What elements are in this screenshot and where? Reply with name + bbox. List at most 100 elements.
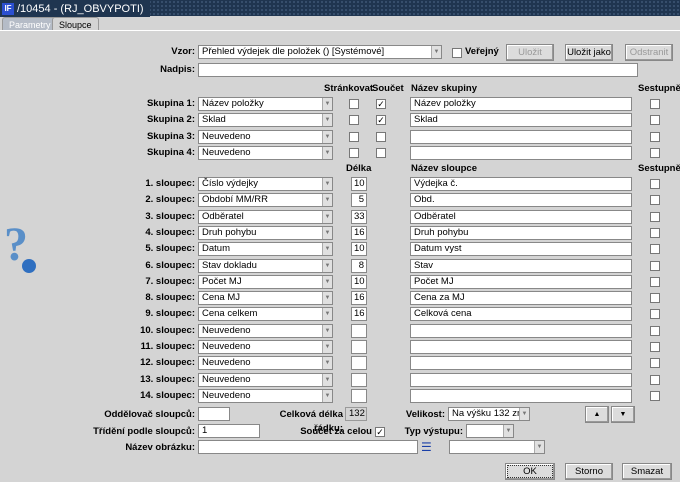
group-select[interactable]: Neuvedeno ▼ xyxy=(198,129,333,144)
column-name-input[interactable]: Odběratel xyxy=(410,209,632,224)
column-length-input[interactable] xyxy=(351,340,367,354)
sestupne-checkbox[interactable] xyxy=(650,115,660,126)
group-name-input[interactable] xyxy=(410,145,632,160)
column-name-input[interactable] xyxy=(410,388,632,403)
column-select[interactable]: Neuvedeno ▼ xyxy=(198,340,333,354)
group-name-input[interactable] xyxy=(410,129,632,144)
sestupne-checkbox[interactable] xyxy=(650,390,660,401)
vzor-select[interactable]: Přehled výdejek dle položek () [Systémov… xyxy=(198,45,442,59)
sestupne-checkbox[interactable] xyxy=(650,276,660,287)
column-select[interactable]: Odběratel ▼ xyxy=(198,209,333,224)
soucet-checkbox[interactable]: ✓ xyxy=(376,99,386,109)
column-length-input[interactable]: 33 xyxy=(351,209,367,224)
sestupne-checkbox[interactable] xyxy=(650,325,660,336)
column-name-input[interactable]: Druh pohybu xyxy=(410,225,632,240)
column-length-input[interactable]: 8 xyxy=(351,258,367,273)
nazev-obrazku-input[interactable] xyxy=(198,440,418,454)
column-name-input[interactable] xyxy=(410,323,632,338)
ok-button[interactable]: OK xyxy=(505,463,555,480)
move-up-button[interactable]: ▲ xyxy=(585,406,609,423)
group-name-input[interactable]: Název položky xyxy=(410,97,632,111)
column-select[interactable]: Cena celkem ▼ xyxy=(198,307,333,322)
soucet-checkbox[interactable] xyxy=(376,131,386,142)
column-name-input[interactable]: Počet MJ xyxy=(410,274,632,289)
column-select[interactable]: Neuvedeno ▼ xyxy=(198,372,333,387)
column-length-input[interactable] xyxy=(351,388,367,403)
sestupne-checkbox[interactable] xyxy=(650,342,660,352)
nadpis-label: Nadpis: xyxy=(160,64,195,75)
column-length-input[interactable]: 10 xyxy=(351,274,367,289)
trideni-input[interactable]: 1 xyxy=(198,424,260,438)
strankovat-checkbox[interactable] xyxy=(349,115,359,126)
column-name-input[interactable]: Výdejka č. xyxy=(410,177,632,191)
column-name-input[interactable]: Obd. xyxy=(410,193,632,208)
sestupne-checkbox[interactable] xyxy=(650,131,660,142)
column-length-input[interactable]: 16 xyxy=(351,225,367,240)
sestupne-checkbox[interactable] xyxy=(650,99,660,109)
group-name-input[interactable]: Sklad xyxy=(410,113,632,128)
column-length-input[interactable]: 16 xyxy=(351,291,367,306)
column-name-input[interactable]: Cena za MJ xyxy=(410,291,632,306)
sestupne-checkbox[interactable] xyxy=(650,260,660,271)
group-select[interactable]: Neuvedeno ▼ xyxy=(198,145,333,160)
sestupne-checkbox[interactable] xyxy=(650,195,660,206)
sestupne-checkbox[interactable] xyxy=(650,244,660,255)
column-name-input[interactable]: Celková cena xyxy=(410,307,632,322)
odstranit-button[interactable]: Odstranit xyxy=(625,44,673,61)
header-soucet: Součet xyxy=(372,83,404,94)
sestupne-checkbox[interactable] xyxy=(650,374,660,385)
sestupne-checkbox[interactable] xyxy=(650,147,660,158)
column-select[interactable]: Datum ▼ xyxy=(198,242,333,257)
oddelovac-input[interactable] xyxy=(198,407,230,421)
column-select[interactable]: Číslo výdejky ▼ xyxy=(198,177,333,191)
sestupne-checkbox[interactable] xyxy=(650,358,660,369)
soucet-celou-checkbox[interactable]: ✓ xyxy=(375,427,385,437)
velikost-select[interactable]: Na výšku 132 zn. ▼ xyxy=(448,407,530,421)
nadpis-input[interactable] xyxy=(198,63,638,77)
column-name-input[interactable] xyxy=(410,372,632,387)
column-select[interactable]: Období MM/RR ▼ xyxy=(198,193,333,208)
smazat-button[interactable]: Smazat xyxy=(622,463,672,480)
column-name-input[interactable] xyxy=(410,340,632,354)
move-down-button[interactable]: ▼ xyxy=(611,406,635,423)
sestupne-checkbox[interactable] xyxy=(650,227,660,238)
sestupne-checkbox[interactable] xyxy=(650,293,660,304)
tab-sloupce[interactable]: Sloupce xyxy=(52,17,99,31)
group-select[interactable]: Sklad ▼ xyxy=(198,113,333,128)
column-length-input[interactable]: 10 xyxy=(351,177,367,191)
storno-button[interactable]: Storno xyxy=(565,463,613,480)
sestupne-checkbox[interactable] xyxy=(650,211,660,222)
column-name-input[interactable] xyxy=(410,356,632,371)
column-select[interactable]: Neuvedeno ▼ xyxy=(198,356,333,371)
strankovat-checkbox[interactable] xyxy=(349,131,359,142)
column-length-input[interactable]: 5 xyxy=(351,193,367,208)
column-select[interactable]: Druh pohybu ▼ xyxy=(198,225,333,240)
group-select[interactable]: Název položky ▼ xyxy=(198,97,333,111)
sestupne-checkbox[interactable] xyxy=(650,309,660,320)
group-label: Skupina 2: xyxy=(146,114,195,126)
strankovat-checkbox[interactable] xyxy=(349,99,359,109)
ulozit-jako-button[interactable]: Uložit jako xyxy=(565,44,613,61)
sestupne-checkbox[interactable] xyxy=(650,179,660,189)
verejny-checkbox[interactable] xyxy=(452,48,462,58)
soucet-checkbox[interactable]: ✓ xyxy=(376,115,386,126)
column-select[interactable]: Stav dokladu ▼ xyxy=(198,258,333,273)
column-select[interactable]: Počet MJ ▼ xyxy=(198,274,333,289)
column-length-input[interactable]: 10 xyxy=(351,242,367,257)
typ-vystupu-select[interactable]: ▼ xyxy=(466,424,514,438)
column-select[interactable]: Neuvedeno ▼ xyxy=(198,323,333,338)
ulozit-button[interactable]: Uložit xyxy=(506,44,554,61)
column-length-input[interactable] xyxy=(351,356,367,371)
column-name-input[interactable]: Stav xyxy=(410,258,632,273)
obrazek-select[interactable]: ▼ xyxy=(449,440,545,454)
strankovat-checkbox[interactable] xyxy=(349,147,359,158)
column-select[interactable]: Neuvedeno ▼ xyxy=(198,388,333,403)
column-length-input[interactable]: 16 xyxy=(351,307,367,322)
tab-parametry[interactable]: Parametry xyxy=(2,17,58,31)
column-length-input[interactable] xyxy=(351,372,367,387)
column-name-input[interactable]: Datum vyst xyxy=(410,242,632,257)
soucet-checkbox[interactable] xyxy=(376,147,386,158)
column-length-input[interactable] xyxy=(351,323,367,338)
column-select[interactable]: Cena MJ ▼ xyxy=(198,291,333,306)
list-picker-icon[interactable]: ☰ xyxy=(421,440,432,454)
